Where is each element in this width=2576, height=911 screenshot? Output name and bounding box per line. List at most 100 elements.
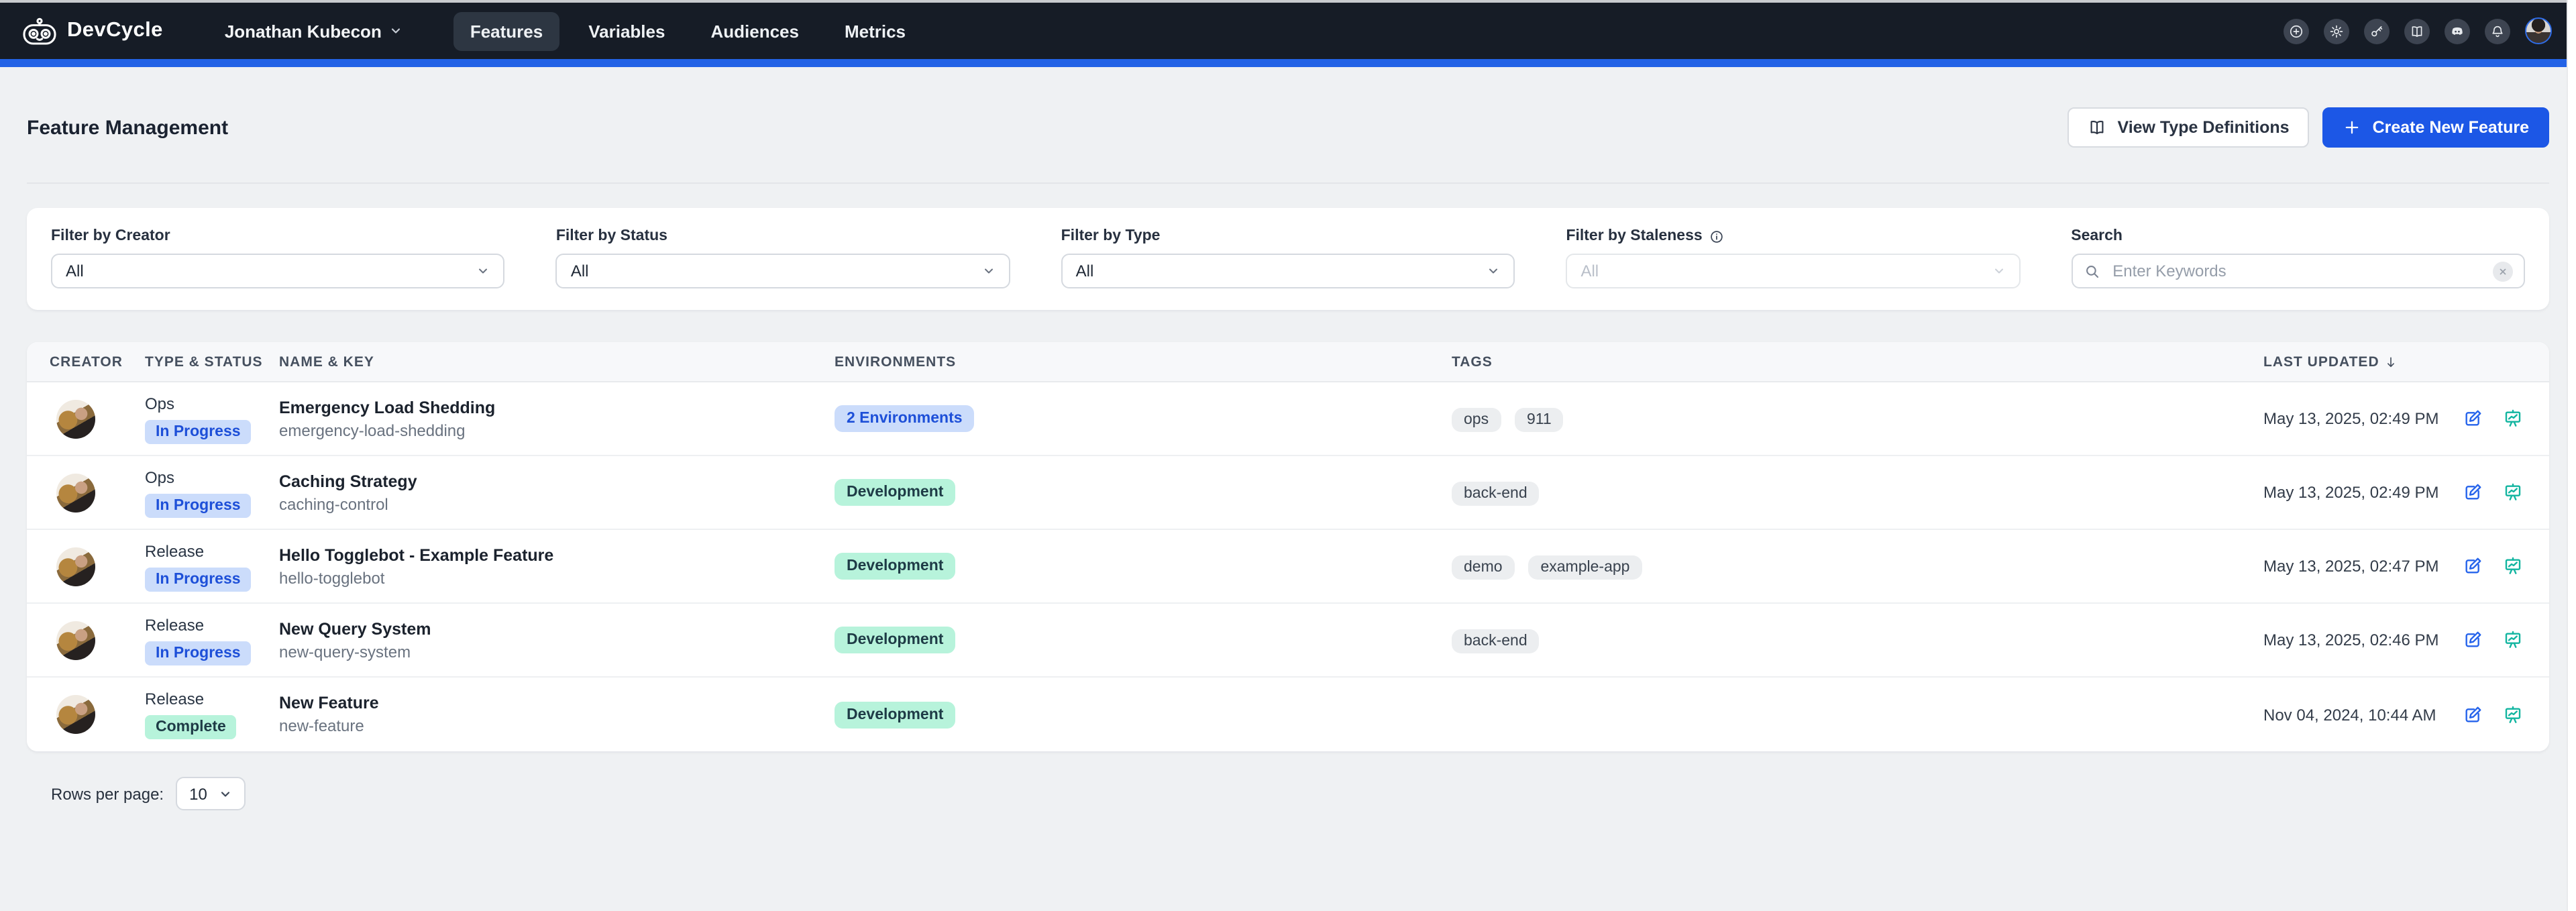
chart-board-icon: [2502, 482, 2524, 503]
primary-tabs: Features Variables Audiences Metrics: [454, 11, 922, 50]
feature-name[interactable]: New Feature: [279, 694, 835, 712]
edit-feature-button[interactable]: [2462, 482, 2483, 503]
table-header-row: Creator Type & Status Name & Key Environ…: [27, 342, 2549, 382]
table-row[interactable]: Ops In Progress Emergency Load Shedding …: [27, 382, 2549, 456]
feature-metrics-button[interactable]: [2502, 482, 2524, 503]
table-row[interactable]: Release In Progress New Query System new…: [27, 604, 2549, 678]
filter-status: Filter by Status All: [556, 228, 1010, 288]
plus-icon: [2343, 118, 2362, 137]
search-input[interactable]: [2110, 260, 2483, 282]
creator-avatar: [56, 695, 95, 734]
close-icon: [2498, 266, 2508, 276]
app-window: DevCycle Jonathan Kubecon Features Varia…: [0, 0, 2576, 911]
column-last-updated[interactable]: Last Updated: [2263, 354, 2462, 370]
filter-staleness-value: All: [1580, 262, 1599, 280]
table-row[interactable]: Release In Progress Hello Togglebot - Ex…: [27, 530, 2549, 604]
filter-status-select[interactable]: All: [556, 254, 1010, 288]
filter-creator-label: Filter by Creator: [51, 228, 505, 244]
edit-feature-button[interactable]: [2462, 704, 2483, 725]
chart-board-icon: [2502, 555, 2524, 577]
discord-button[interactable]: [2445, 18, 2470, 44]
feature-type: Ops: [145, 468, 279, 486]
feature-key: emergency-load-shedding: [279, 421, 835, 439]
book-icon: [2088, 118, 2106, 137]
org-selector[interactable]: Jonathan Kubecon: [225, 21, 403, 41]
gear-icon: [2329, 23, 2344, 38]
rows-per-page-label: Rows per page:: [51, 784, 164, 803]
clear-search-button[interactable]: [2493, 261, 2513, 281]
filter-status-label: Filter by Status: [556, 228, 1010, 244]
table-row[interactable]: Release Complete New Feature new-feature…: [27, 678, 2549, 751]
create-new-feature-button[interactable]: Create New Feature: [2323, 107, 2549, 148]
column-name-key[interactable]: Name & Key: [279, 354, 835, 370]
environments-badge[interactable]: Development: [835, 553, 955, 580]
api-keys-button[interactable]: [2364, 18, 2390, 44]
status-badge: In Progress: [145, 641, 252, 665]
discord-icon: [2450, 23, 2465, 38]
bell-icon: [2490, 23, 2505, 38]
notifications-button[interactable]: [2485, 18, 2510, 44]
filter-creator-select[interactable]: All: [51, 254, 505, 288]
devcycle-logo[interactable]: DevCycle: [21, 17, 163, 45]
rows-per-page-value: 10: [189, 784, 207, 803]
table-row[interactable]: Ops In Progress Caching Strategy caching…: [27, 456, 2549, 530]
settings-button[interactable]: [2324, 18, 2349, 44]
filter-staleness: Filter by Staleness All: [1566, 228, 2020, 288]
feature-name[interactable]: Caching Strategy: [279, 472, 835, 490]
scrollbar[interactable]: [2567, 0, 2576, 911]
column-creator[interactable]: Creator: [50, 354, 145, 370]
feature-metrics-button[interactable]: [2502, 408, 2524, 429]
chevron-down-icon: [390, 24, 403, 38]
tab-metrics[interactable]: Metrics: [828, 11, 922, 50]
accent-bar: [0, 59, 2576, 67]
feature-metrics-button[interactable]: [2502, 555, 2524, 577]
feature-name[interactable]: Hello Togglebot - Example Feature: [279, 545, 835, 564]
tab-variables[interactable]: Variables: [572, 11, 681, 50]
column-type-status[interactable]: Type & Status: [145, 354, 279, 370]
feature-name[interactable]: Emergency Load Shedding: [279, 398, 835, 417]
page-header: Feature Management View Type Definitions…: [0, 67, 2576, 148]
edit-feature-button[interactable]: [2462, 629, 2483, 651]
chevron-down-icon: [982, 264, 996, 278]
feature-type: Ops: [145, 394, 279, 413]
filter-type-label: Filter by Type: [1061, 228, 1515, 244]
view-type-definitions-button[interactable]: View Type Definitions: [2068, 107, 2309, 148]
edit-pencil-icon: [2462, 629, 2483, 651]
info-icon[interactable]: [1709, 229, 1724, 244]
edit-pencil-icon: [2462, 408, 2483, 429]
user-avatar[interactable]: [2525, 17, 2552, 44]
environments-badge[interactable]: Development: [835, 479, 955, 506]
chevron-down-icon: [219, 787, 233, 800]
sort-descending-icon[interactable]: [2385, 355, 2398, 368]
chart-board-icon: [2502, 408, 2524, 429]
feature-metrics-button[interactable]: [2502, 704, 2524, 725]
tab-features[interactable]: Features: [454, 11, 559, 50]
feature-name[interactable]: New Query System: [279, 619, 835, 638]
feature-metrics-button[interactable]: [2502, 629, 2524, 651]
environments-badge[interactable]: Development: [835, 701, 955, 728]
add-circle-button[interactable]: [2284, 18, 2309, 44]
column-environments[interactable]: Environments: [835, 354, 1452, 370]
features-table: Creator Type & Status Name & Key Environ…: [27, 342, 2549, 751]
tag: ops: [1452, 407, 1501, 431]
tab-audiences[interactable]: Audiences: [694, 11, 815, 50]
environments-badge[interactable]: 2 Environments: [835, 405, 975, 432]
last-updated: May 13, 2025, 02:46 PM: [2263, 631, 2462, 649]
documentation-button[interactable]: [2404, 18, 2430, 44]
brand-name: DevCycle: [67, 19, 163, 43]
edit-feature-button[interactable]: [2462, 555, 2483, 577]
edit-feature-button[interactable]: [2462, 408, 2483, 429]
rows-per-page-select[interactable]: 10: [176, 777, 246, 810]
last-updated: May 13, 2025, 02:49 PM: [2263, 409, 2462, 428]
tag: 911: [1515, 407, 1564, 431]
chevron-down-icon: [1487, 264, 1500, 278]
filter-staleness-label-text: Filter by Staleness: [1566, 228, 1702, 244]
last-updated: May 13, 2025, 02:47 PM: [2263, 557, 2462, 576]
filter-creator-value: All: [66, 262, 84, 280]
environments-badge[interactable]: Development: [835, 627, 955, 653]
status-badge: In Progress: [145, 567, 252, 591]
last-updated: Nov 04, 2024, 10:44 AM: [2263, 705, 2462, 724]
filter-type-select[interactable]: All: [1061, 254, 1515, 288]
key-icon: [2369, 23, 2384, 38]
column-tags[interactable]: Tags: [1452, 354, 2263, 370]
